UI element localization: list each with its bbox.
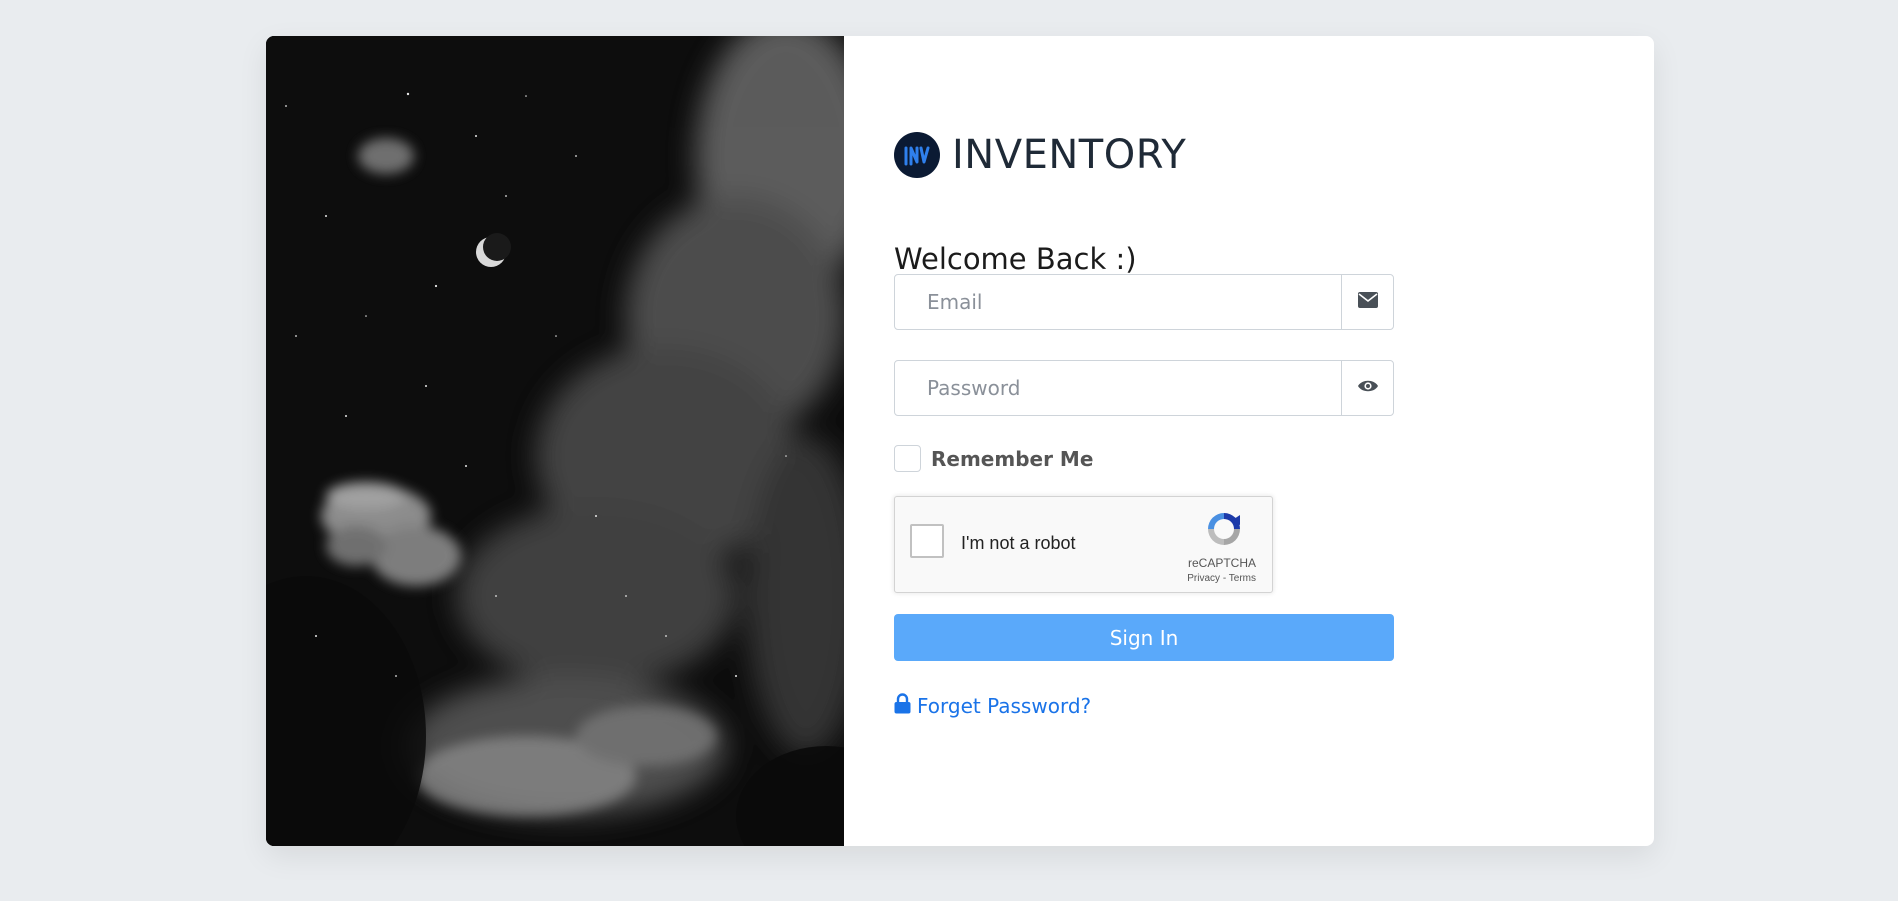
password-input-group xyxy=(894,360,1394,416)
eye-icon xyxy=(1357,379,1379,398)
recaptcha-checkbox[interactable] xyxy=(910,524,944,558)
brand: INVENTORY xyxy=(894,132,1186,178)
recaptcha-logo-icon xyxy=(1204,509,1244,554)
forgot-password-label: Forget Password? xyxy=(917,694,1092,718)
envelope-icon xyxy=(1357,291,1378,313)
recaptcha-widget: I'm not a robot reCAPTCHA Privacy - Term… xyxy=(894,496,1273,593)
toggle-password-button[interactable] xyxy=(1341,361,1393,415)
recaptcha-separator: - xyxy=(1220,573,1229,584)
welcome-heading: Welcome Back :) xyxy=(894,242,1137,276)
recaptcha-terms-link[interactable]: Terms xyxy=(1229,573,1256,584)
remember-me-label[interactable]: Remember Me xyxy=(931,447,1093,471)
lock-icon xyxy=(894,693,911,719)
email-addon xyxy=(1341,275,1393,329)
night-sky-image xyxy=(266,36,844,846)
remember-me-checkbox[interactable] xyxy=(894,445,921,472)
email-input[interactable] xyxy=(895,275,1341,329)
recaptcha-links: Privacy - Terms xyxy=(1187,573,1256,584)
forgot-password-link[interactable]: Forget Password? xyxy=(894,693,1091,719)
recaptcha-privacy-link[interactable]: Privacy xyxy=(1187,573,1220,584)
brand-name: INVENTORY xyxy=(952,132,1187,178)
inventory-logo-icon xyxy=(894,132,940,178)
password-input[interactable] xyxy=(895,361,1341,415)
remember-me: Remember Me xyxy=(894,445,1093,472)
sign-in-button[interactable]: Sign In xyxy=(894,614,1394,661)
email-input-group xyxy=(894,274,1394,330)
recaptcha-label: I'm not a robot xyxy=(961,533,1076,553)
recaptcha-brand: reCAPTCHA xyxy=(1187,556,1256,570)
